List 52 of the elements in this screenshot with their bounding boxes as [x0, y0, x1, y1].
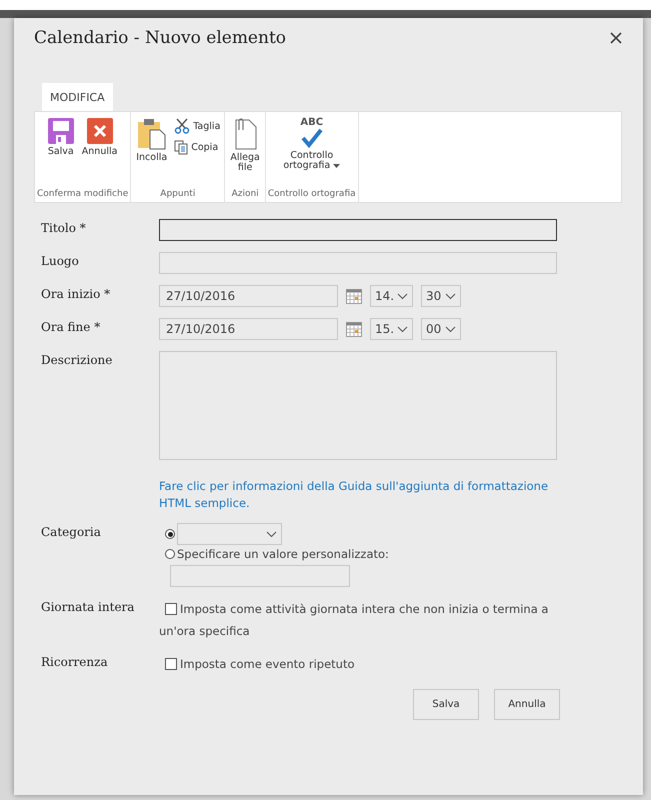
- field-label: Categoria: [41, 524, 102, 539]
- date-field[interactable]: 27/10/2016: [159, 285, 338, 307]
- radio-button[interactable]: [165, 529, 175, 539]
- checkbox-label: Imposta come attività giornata intera che non inizia o termina a un'ora specifica: [159, 601, 550, 640]
- scissors-icon: [174, 118, 190, 134]
- radio-button[interactable]: [165, 549, 175, 559]
- field-label: Descrizione: [41, 352, 114, 367]
- field-label: Ora inizio *: [41, 286, 112, 301]
- chevron-down-icon: [266, 530, 277, 538]
- ribbon-group-label: Conferma modifiche: [37, 189, 128, 201]
- close-button[interactable]: [609, 32, 623, 46]
- text-field[interactable]: [159, 219, 557, 241]
- calendar-icon[interactable]: [346, 322, 362, 336]
- ribbon-button[interactable]: Annulla: [78, 116, 120, 189]
- chevron-down-icon: [397, 292, 408, 300]
- help-link[interactable]: Fare clic per informazioni della Guida sull'aggiunta di formattazione HTML semplice.: [159, 478, 559, 512]
- field-label: Titolo *: [41, 220, 87, 235]
- minute-select[interactable]: 30: [421, 285, 461, 307]
- checkbox-label: Imposta come evento ripetuto: [159, 653, 355, 675]
- minute-select[interactable]: 00: [421, 318, 461, 340]
- date-field[interactable]: 27/10/2016: [159, 318, 338, 340]
- ribbon-button[interactable]: Incolla: [133, 116, 170, 189]
- ribbon-tab[interactable]: MODIFICA: [42, 83, 113, 111]
- checkbox[interactable]: [165, 603, 177, 615]
- ribbon-group-label: Controllo ortografia: [268, 189, 356, 201]
- ribbon-button[interactable]: Salva: [44, 116, 77, 189]
- field-label: Ora fine *: [41, 319, 102, 334]
- chevron-down-icon: [445, 326, 456, 332]
- ribbon-button[interactable]: ABC Controllo ortografia: [280, 116, 344, 189]
- ribbon-button[interactable]: Taglia: [172, 118, 222, 134]
- dialog-title: Calendario - Nuovo elemento: [34, 28, 286, 48]
- checkbox[interactable]: [165, 658, 177, 670]
- chevron-down-icon: [445, 292, 456, 300]
- ribbon-group-label: Appunti: [159, 189, 196, 201]
- hour-select[interactable]: 15.: [370, 318, 413, 340]
- option-label: Specificare un valore personalizzato:: [177, 547, 389, 561]
- ribbon-button[interactable]: Copia: [172, 140, 222, 155]
- dialog-button[interactable]: Annulla: [494, 689, 560, 720]
- clipboard-icon: [136, 118, 167, 150]
- field-label: Ricorrenza: [41, 654, 109, 669]
- copy-icon: [174, 140, 188, 155]
- chevron-down-icon: [397, 326, 408, 332]
- hour-select[interactable]: 14.: [370, 285, 413, 307]
- calendar-icon[interactable]: [346, 288, 362, 304]
- dialog-button[interactable]: Salva: [413, 689, 479, 720]
- field-label: Luogo: [41, 253, 80, 268]
- cancel-icon: [86, 118, 113, 144]
- description-field[interactable]: [159, 351, 557, 460]
- custom-value-field[interactable]: [170, 565, 350, 587]
- ribbon-group-label: Azioni: [230, 189, 260, 201]
- ribbon-button[interactable]: Allega file: [227, 116, 263, 189]
- field-label: Giornata intera: [41, 599, 136, 614]
